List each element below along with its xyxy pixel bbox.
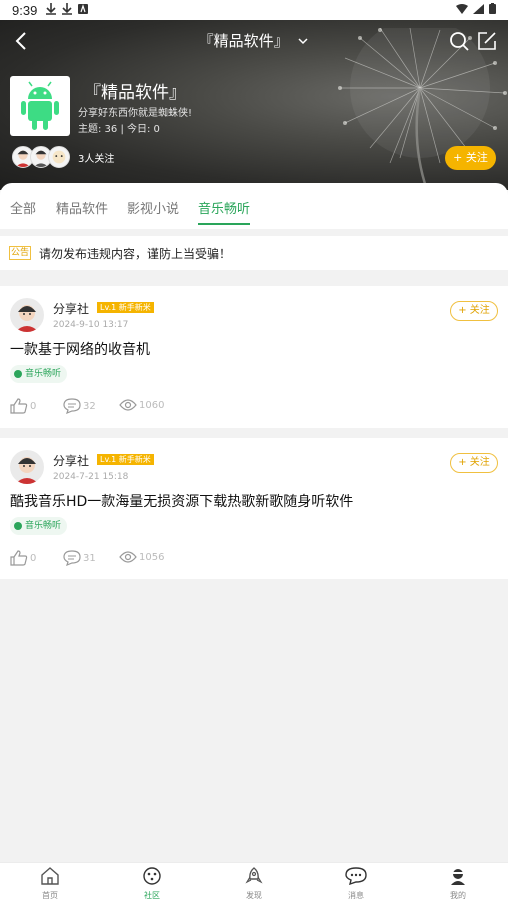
comment-icon [63,398,81,414]
comment-button[interactable]: 32 [63,398,96,414]
nav-community-label: 社区 [144,891,160,900]
follow-user-button[interactable]: + 关注 [450,453,498,473]
comment-icon [63,550,81,566]
follower-avatar [48,146,70,168]
battery-icon [489,3,496,14]
like-count: 0 [30,552,37,564]
author-avatar[interactable] [10,298,44,332]
post-title[interactable]: 酷我音乐HD一款海量无损资源下载热歌新歌随身听软件 [10,491,353,511]
page-title: 『精品软件』 [198,32,289,50]
category-tabs: 全部 精品软件 影视小说 音乐畅听 [0,183,508,229]
tab-all[interactable]: 全部 [10,198,36,217]
top-app-bar: 『精品软件』 [0,20,508,62]
download-icon [46,3,56,15]
signal-icon [473,3,484,14]
forum-description: 分享好东西你就是蜘蛛侠! [78,108,193,119]
post-card[interactable]: 分享社 Lv.1 新手新米 2024-9-10 13:17 + 关注 一款基于网… [0,286,508,428]
tab-music[interactable]: 音乐畅听 [198,198,250,217]
author-name[interactable]: 分享社 [53,300,89,317]
like-count: 0 [30,400,37,412]
compose-post-icon[interactable] [476,30,498,52]
post-date: 2024-7-21 15:18 [53,472,129,482]
post-stats: 0 32 1060 [10,398,310,414]
view-count-item: 1056 [119,550,164,564]
forum-logo [10,76,70,136]
view-count-item: 1060 [119,398,164,412]
category-chip[interactable]: 音乐畅听 [10,517,68,535]
status-time: 9:39 [12,3,38,18]
nav-profile[interactable]: 我的 [428,867,488,901]
chevron-down-icon [298,37,308,44]
android-icon [21,81,59,130]
rocket-icon [245,867,263,884]
nav-home[interactable]: 首页 [20,867,80,901]
tab-premium-software[interactable]: 精品软件 [56,198,108,217]
bottom-navigation: 首页 社区 发现 消息 我的 [0,862,508,903]
category-label: 音乐畅听 [25,369,62,379]
search-icon[interactable] [448,30,470,52]
like-button[interactable]: 0 [10,550,36,566]
eye-icon [119,399,137,411]
category-dot-icon [14,522,22,530]
nav-messages[interactable]: 消息 [326,867,386,901]
follow-user-button[interactable]: + 关注 [450,301,498,321]
announcement-bar[interactable]: 公告 请勿发布违规内容，谨防上当受骗！ [0,236,508,270]
nav-messages-label: 消息 [348,891,364,900]
system-icons [456,3,496,14]
follow-forum-button[interactable]: + 关注 [445,146,496,170]
nav-discover-label: 发现 [246,891,262,900]
nav-community[interactable]: 社区 [122,867,182,901]
follower-count: 3人关注 [78,153,115,165]
view-count: 1056 [139,551,165,563]
category-chip[interactable]: 音乐畅听 [10,365,68,383]
forum-stats: 主题: 36 | 今日: 0 [78,124,160,135]
tab-movies-novels[interactable]: 影视小说 [127,198,179,217]
post-stats: 0 31 1056 [10,550,310,566]
nav-home-label: 首页 [42,891,58,900]
post-card[interactable]: 分享社 Lv.1 新手新米 2024-7-21 15:18 + 关注 酷我音乐H… [0,438,508,579]
announcement-text: 请勿发布违规内容，谨防上当受骗！ [39,247,232,261]
notification-icons [46,3,88,15]
community-icon [143,867,161,885]
active-tab-indicator [198,223,250,225]
category-dot-icon [14,370,22,378]
thumbs-up-icon [10,550,28,566]
level-badge: Lv.1 新手新米 [97,302,154,313]
forum-name: 『精品软件』 [84,83,186,103]
post-date: 2024-9-10 13:17 [53,320,129,330]
comment-count: 31 [83,552,96,564]
home-icon [41,867,59,885]
eye-icon [119,551,137,563]
category-label: 音乐畅听 [25,521,62,531]
thumbs-up-icon [10,398,28,414]
comment-button[interactable]: 31 [63,550,96,566]
announcement-tag: 公告 [9,246,32,260]
wifi-icon [456,3,468,14]
like-button[interactable]: 0 [10,398,36,414]
app-notification-icon [78,4,88,14]
comment-count: 32 [83,400,96,412]
nav-discover[interactable]: 发现 [224,867,284,901]
status-bar: 9:39 [0,0,508,20]
author-avatar[interactable] [10,450,44,484]
nav-profile-label: 我的 [450,891,466,900]
profile-icon [451,869,465,885]
level-badge: Lv.1 新手新米 [97,454,154,465]
message-icon [345,867,367,886]
download-icon [62,3,72,15]
post-title[interactable]: 一款基于网络的收音机 [10,339,150,359]
view-count: 1060 [139,399,165,411]
follower-list[interactable]: 3人关注 [12,146,114,168]
forum-title-dropdown[interactable]: 『精品软件』 [0,30,508,51]
author-name[interactable]: 分享社 [53,452,89,469]
